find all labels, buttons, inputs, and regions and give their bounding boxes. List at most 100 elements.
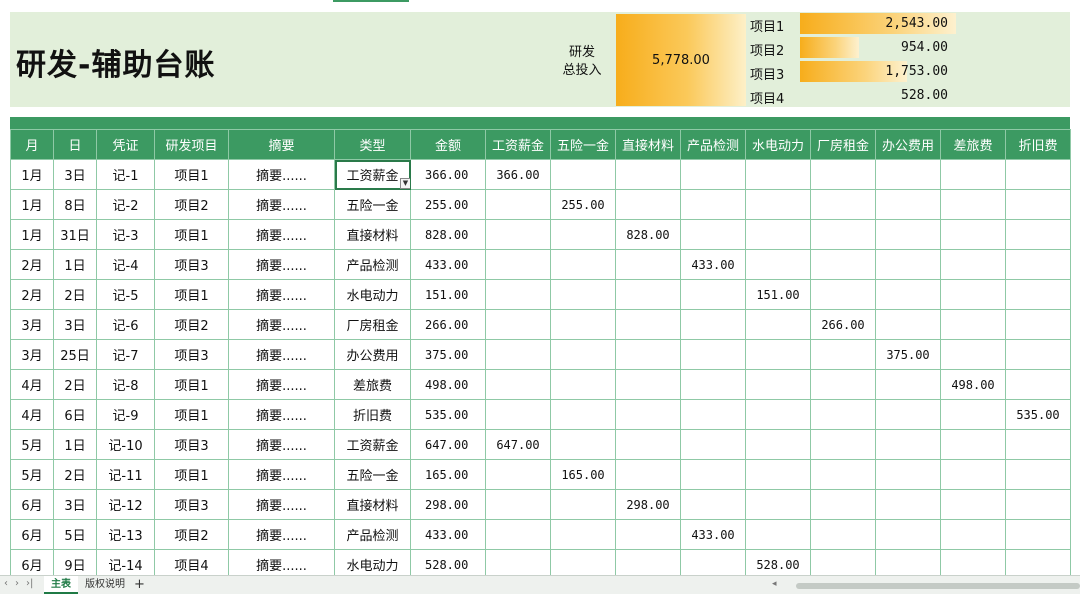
add-sheet-button[interactable]: +	[134, 577, 145, 592]
table-cell[interactable]: 433.00	[410, 249, 486, 280]
table-cell[interactable]: 3月	[10, 339, 54, 370]
table-cell[interactable]	[875, 159, 941, 190]
last-sheet-button[interactable]: ›|	[26, 578, 33, 589]
table-cell[interactable]	[940, 309, 1006, 340]
table-cell[interactable]: 4月	[10, 369, 54, 400]
table-cell[interactable]	[615, 279, 681, 310]
table-cell[interactable]: 工资薪金	[334, 429, 411, 460]
table-cell[interactable]	[1005, 219, 1071, 250]
table-cell[interactable]	[745, 489, 811, 520]
table-cell[interactable]: 摘要......	[228, 489, 335, 520]
table-cell[interactable]	[615, 339, 681, 370]
table-cell[interactable]: 记-11	[96, 459, 155, 490]
table-cell[interactable]: 828.00	[410, 219, 486, 250]
table-cell[interactable]	[615, 249, 681, 280]
table-cell[interactable]: 差旅费	[334, 369, 411, 400]
table-cell[interactable]	[1005, 489, 1071, 520]
horizontal-scrollbar[interactable]	[796, 583, 1080, 589]
table-cell[interactable]: 165.00	[550, 459, 616, 490]
table-cell[interactable]: 2日	[53, 279, 97, 310]
table-cell[interactable]	[615, 429, 681, 460]
table-cell[interactable]	[875, 369, 941, 400]
table-cell[interactable]	[550, 399, 616, 430]
table-cell[interactable]	[745, 159, 811, 190]
table-cell[interactable]: 厂房租金	[334, 309, 411, 340]
table-cell[interactable]	[940, 279, 1006, 310]
table-cell[interactable]	[1005, 459, 1071, 490]
table-cell[interactable]	[810, 369, 876, 400]
table-cell[interactable]: 记-4	[96, 249, 155, 280]
table-cell[interactable]	[680, 159, 746, 190]
table-cell[interactable]	[810, 279, 876, 310]
table-cell[interactable]	[745, 249, 811, 280]
sheet-tab-copyright[interactable]: 版权说明	[82, 576, 128, 594]
table-cell[interactable]: 摘要......	[228, 279, 335, 310]
table-cell[interactable]	[875, 189, 941, 220]
column-header[interactable]: 水电动力	[745, 129, 811, 160]
table-cell[interactable]: 433.00	[410, 519, 486, 550]
table-cell[interactable]: 摘要......	[228, 189, 335, 220]
table-cell[interactable]: 摘要......	[228, 219, 335, 250]
column-header[interactable]: 差旅费	[940, 129, 1006, 160]
table-cell[interactable]: 项目1	[154, 219, 229, 250]
table-cell[interactable]: 151.00	[745, 279, 811, 310]
table-cell[interactable]	[940, 489, 1006, 520]
table-cell[interactable]	[745, 459, 811, 490]
table-cell[interactable]: 项目3	[154, 489, 229, 520]
table-cell[interactable]: 记-5	[96, 279, 155, 310]
table-cell[interactable]	[485, 309, 551, 340]
table-cell[interactable]: 项目1	[154, 399, 229, 430]
table-cell[interactable]	[615, 369, 681, 400]
table-cell[interactable]: 647.00	[410, 429, 486, 460]
table-cell[interactable]: 记-6	[96, 309, 155, 340]
table-cell[interactable]: 647.00	[485, 429, 551, 460]
table-cell[interactable]: 3月	[10, 309, 54, 340]
table-cell[interactable]	[485, 189, 551, 220]
table-cell[interactable]: 直接材料	[334, 219, 411, 250]
column-header[interactable]: 工资薪金	[485, 129, 551, 160]
table-cell[interactable]	[485, 219, 551, 250]
table-cell[interactable]: 水电动力	[334, 279, 411, 310]
table-cell[interactable]: 项目1	[154, 279, 229, 310]
table-cell[interactable]: 摘要......	[228, 519, 335, 550]
table-cell[interactable]	[550, 219, 616, 250]
table-cell[interactable]	[550, 519, 616, 550]
table-cell[interactable]: 366.00	[485, 159, 551, 190]
table-cell[interactable]	[615, 309, 681, 340]
table-cell[interactable]: 项目2	[154, 519, 229, 550]
table-cell[interactable]: 项目1	[154, 159, 229, 190]
table-cell[interactable]	[940, 189, 1006, 220]
dropdown-arrow-icon[interactable]: ▼	[400, 178, 410, 189]
table-cell[interactable]	[1005, 309, 1071, 340]
table-cell[interactable]: 记-3	[96, 219, 155, 250]
table-cell[interactable]	[615, 189, 681, 220]
sheet-tab-main[interactable]: 主表	[44, 576, 78, 594]
table-cell[interactable]	[485, 339, 551, 370]
table-cell[interactable]: 3日	[53, 159, 97, 190]
table-cell[interactable]	[1005, 279, 1071, 310]
table-cell[interactable]: 255.00	[550, 189, 616, 220]
table-cell[interactable]: 产品检测	[334, 519, 411, 550]
table-cell[interactable]	[810, 399, 876, 430]
table-cell[interactable]: 8日	[53, 189, 97, 220]
project-value[interactable]: 528.00	[800, 88, 956, 103]
table-cell[interactable]	[940, 399, 1006, 430]
table-cell[interactable]	[680, 219, 746, 250]
table-cell[interactable]	[550, 429, 616, 460]
table-cell[interactable]: 498.00	[410, 369, 486, 400]
table-cell[interactable]: 1月	[10, 219, 54, 250]
table-cell[interactable]: 摘要......	[228, 369, 335, 400]
table-cell[interactable]	[680, 399, 746, 430]
table-cell[interactable]	[810, 219, 876, 250]
table-cell[interactable]: 直接材料	[334, 489, 411, 520]
column-header[interactable]: 办公费用	[875, 129, 941, 160]
table-cell[interactable]: 摘要......	[228, 399, 335, 430]
table-cell[interactable]: 433.00	[680, 249, 746, 280]
table-cell[interactable]: 项目1	[154, 369, 229, 400]
table-cell[interactable]: 摘要......	[228, 249, 335, 280]
table-cell[interactable]: 办公费用	[334, 339, 411, 370]
table-cell[interactable]	[745, 189, 811, 220]
table-cell[interactable]: 498.00	[940, 369, 1006, 400]
table-cell[interactable]	[680, 309, 746, 340]
table-cell[interactable]: 5月	[10, 459, 54, 490]
